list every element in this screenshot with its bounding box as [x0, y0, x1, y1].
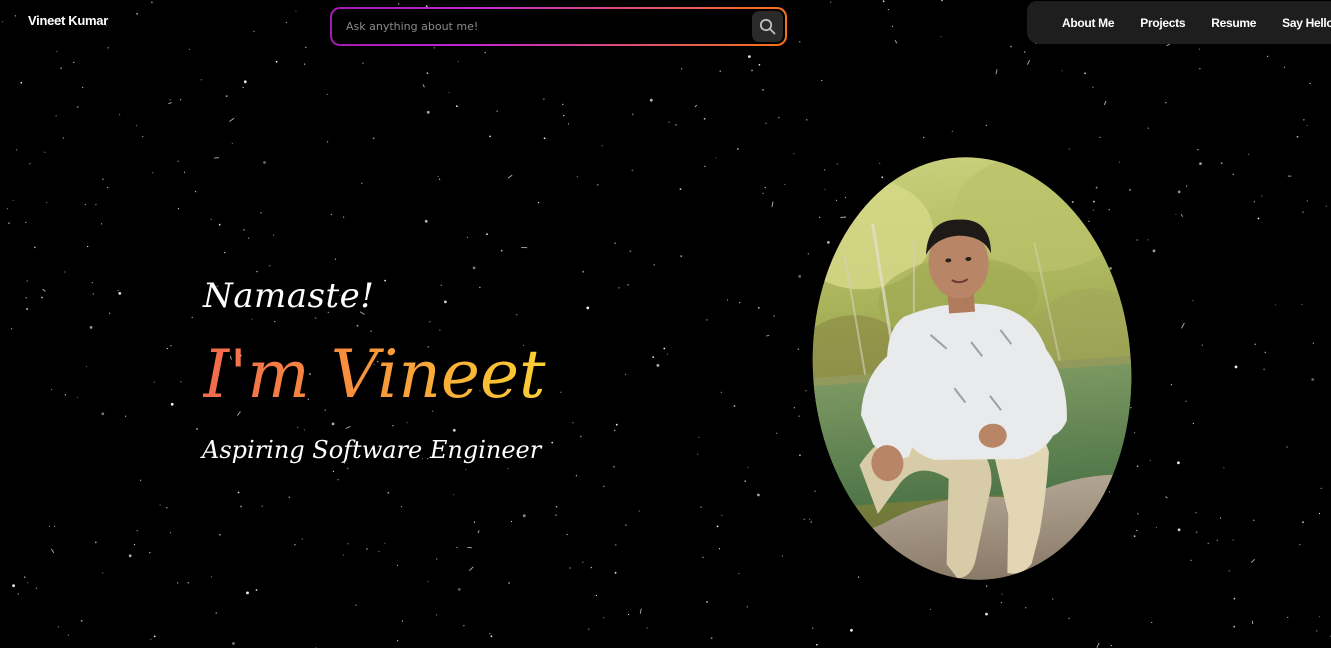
portfolio-page: Vineet Kumar About Me Projects Resume Sa…	[0, 0, 1331, 648]
hero-greeting: Namaste!	[203, 276, 375, 316]
search-button[interactable]	[752, 11, 783, 42]
hero-subtitle: Aspiring Software Engineer	[202, 436, 542, 464]
nav-item-resume[interactable]: Resume	[1211, 16, 1256, 30]
search-input[interactable]	[332, 9, 742, 44]
nav-item-about-me[interactable]: About Me	[1062, 16, 1115, 30]
search-bar	[330, 7, 787, 46]
nav-item-say-hello[interactable]: Say Hello!	[1282, 16, 1331, 30]
search-bar-inner	[332, 9, 785, 44]
starfield-background	[1, 0, 1331, 648]
brand-name[interactable]: Vineet Kumar	[28, 13, 108, 28]
nav-item-projects[interactable]: Projects	[1140, 16, 1185, 30]
hero-name: I'm Vineet	[203, 331, 546, 419]
search-icon	[759, 18, 776, 35]
top-nav: About Me Projects Resume Say Hello!	[1027, 1, 1331, 44]
